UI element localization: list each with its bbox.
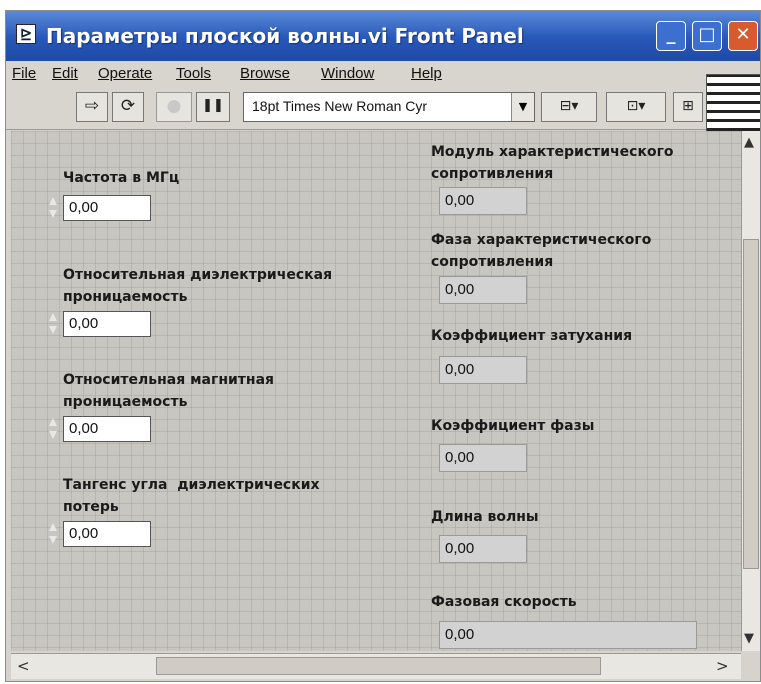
loss-tangent-label: Тангенс угла диэлектрических потерь [63, 477, 325, 515]
run-continuously-icon[interactable]: ⟳ [112, 92, 144, 122]
phase-coefficient-indicator: 0,00 [439, 444, 527, 472]
pause-icon[interactable]: ❚❚ [196, 92, 230, 122]
loss-tangent-increment-decrement-icon[interactable] [48, 521, 58, 547]
toolbar: ⇨ ⟳ ● ❚❚ 18pt Times New Roman Cyr ▼ ⊟▾ ⊡… [6, 74, 760, 132]
menu-operate[interactable]: Operate [98, 65, 152, 82]
impedance-phase-indicator: 0,00 [439, 276, 527, 304]
horizontal-scroll-thumb[interactable] [156, 657, 601, 675]
labview-window: ⊵ Параметры плоской волны.vi Front Panel… [5, 10, 761, 682]
menu-tools[interactable]: Tools [176, 65, 211, 82]
run-arrow-icon[interactable]: ⇨ [76, 92, 108, 122]
attenuation-indicator: 0,00 [439, 356, 527, 384]
menu-browse[interactable]: Browse [240, 65, 290, 82]
scroll-up-icon[interactable]: ▲ [744, 135, 754, 150]
attenuation-label: Коэффициент затухания [431, 328, 633, 344]
horizontal-scrollbar[interactable]: < > [11, 653, 741, 679]
front-panel[interactable]: Частота в МГц 0,00 Относительная диэлект… [11, 131, 741, 651]
maximize-button[interactable]: □ [692, 21, 722, 51]
scroll-down-icon[interactable]: ▼ [744, 631, 754, 646]
frequency-increment-decrement-icon[interactable] [48, 195, 58, 221]
wavelength-label: Длина волны [431, 509, 539, 525]
window-title: Параметры плоской волны.vi Front Panel [46, 24, 524, 48]
scroll-right-icon[interactable]: > [716, 657, 729, 675]
menu-bar: File Edit Operate Tools Browse Window He… [6, 61, 760, 88]
vertical-scroll-thumb[interactable] [743, 239, 759, 569]
wavelength-indicator: 0,00 [439, 535, 527, 563]
loss-tangent-input[interactable]: 0,00 [63, 521, 151, 547]
chevron-down-icon[interactable]: ▼ [511, 93, 534, 121]
impedance-phase-label: Фаза характеристического сопротивления [431, 232, 652, 270]
permeability-input[interactable]: 0,00 [63, 416, 151, 442]
distribute-objects-icon[interactable]: ⊡▾ [606, 92, 666, 122]
menu-file[interactable]: File [12, 65, 36, 82]
impedance-modulus-label: Модуль характеристического сопротивления [431, 144, 674, 182]
vi-icon: ⊵ [16, 24, 36, 44]
menu-help[interactable]: Help [411, 65, 442, 82]
permittivity-increment-decrement-icon[interactable] [48, 311, 58, 337]
phase-velocity-label: Фазовая скорость [431, 594, 577, 610]
vi-connector-pane-icon [706, 74, 760, 132]
permeability-label: Относительная магнитная проницаемость [63, 372, 275, 410]
font-select-value: 18pt Times New Roman Cyr [252, 98, 428, 114]
permittivity-input[interactable]: 0,00 [63, 311, 151, 337]
menu-window[interactable]: Window [321, 65, 374, 82]
frequency-label: Частота в МГц [63, 170, 180, 186]
resize-objects-icon[interactable]: ⊞ [673, 92, 703, 122]
menu-edit[interactable]: Edit [52, 65, 78, 82]
align-objects-icon[interactable]: ⊟▾ [541, 92, 597, 122]
close-button[interactable]: ✕ [728, 21, 758, 51]
phase-velocity-indicator: 0,00 [439, 621, 697, 649]
permeability-increment-decrement-icon[interactable] [48, 416, 58, 442]
font-select[interactable]: 18pt Times New Roman Cyr ▼ [243, 92, 535, 122]
abort-execution-icon[interactable]: ● [156, 92, 192, 122]
vertical-scrollbar[interactable]: ▲ ▼ [741, 131, 760, 651]
scroll-left-icon[interactable]: < [17, 657, 30, 675]
permittivity-label: Относительная диэлектрическая проницаемо… [63, 267, 333, 305]
phase-coefficient-label: Коэффициент фазы [431, 418, 595, 434]
minimize-button[interactable]: _ [656, 21, 686, 51]
title-bar[interactable]: ⊵ Параметры плоской волны.vi Front Panel… [6, 11, 760, 61]
frequency-input[interactable]: 0,00 [63, 195, 151, 221]
impedance-modulus-indicator: 0,00 [439, 187, 527, 215]
